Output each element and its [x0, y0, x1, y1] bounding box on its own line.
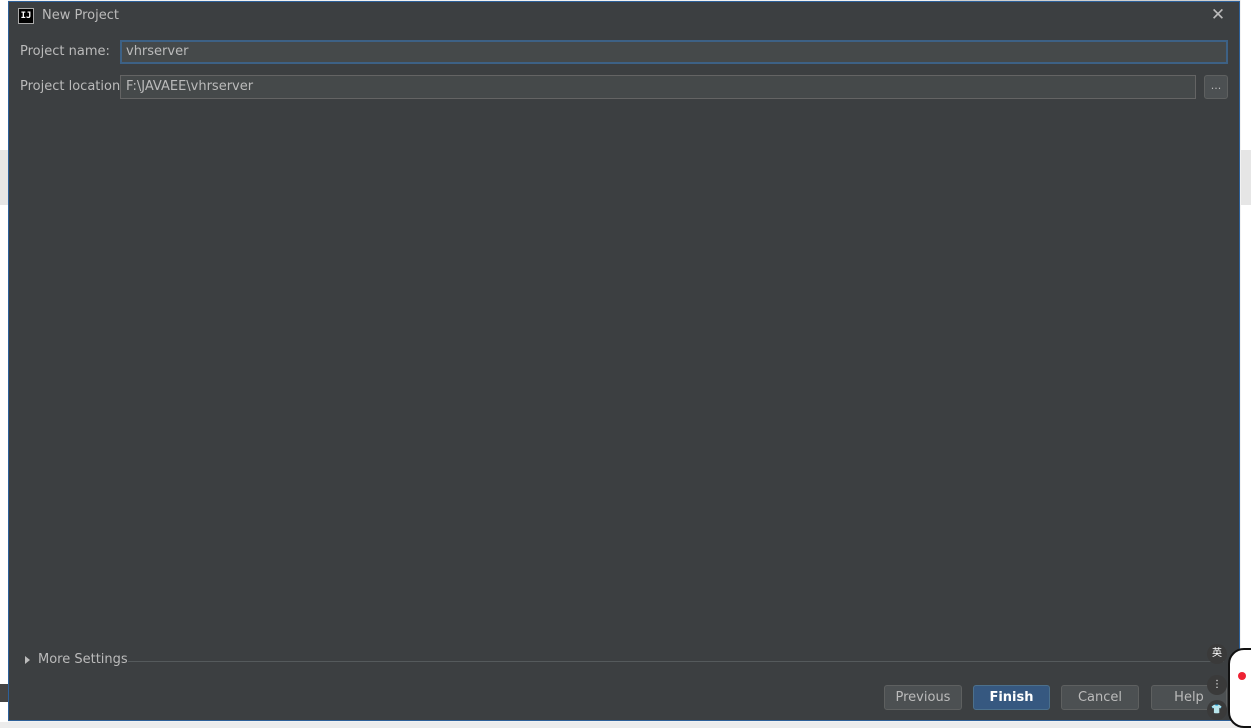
project-location-input[interactable]: F:\JAVAEE\vhrserver — [120, 75, 1196, 99]
background-panel-right — [1241, 150, 1251, 205]
ime-language-toggle[interactable]: 英 — [1207, 644, 1227, 664]
dialog-titlebar: IJ New Project ✕ — [9, 2, 1239, 32]
more-settings-label: More Settings — [38, 652, 128, 667]
new-project-dialog: IJ New Project ✕ Project name: vhrserver… — [8, 1, 1240, 721]
background-panel-left — [0, 150, 8, 205]
mascot-dot — [1238, 672, 1246, 680]
close-icon[interactable]: ✕ — [1209, 6, 1227, 24]
triangle-right-icon — [25, 655, 30, 664]
ime-skin-icon[interactable]: 👕 — [1207, 700, 1227, 720]
ime-menu-icon[interactable]: ⋮ — [1207, 675, 1227, 695]
background-bottom-bar — [0, 722, 1251, 728]
more-settings-separator — [128, 661, 1224, 662]
background-dark-tab — [0, 684, 8, 702]
previous-button[interactable]: Previous — [884, 685, 962, 710]
more-settings-toggle[interactable]: More Settings — [25, 652, 128, 667]
cancel-button[interactable]: Cancel — [1061, 685, 1139, 710]
project-name-label: Project name: — [20, 44, 110, 59]
finish-button[interactable]: Finish — [973, 685, 1050, 710]
project-name-input[interactable]: vhrserver — [120, 40, 1228, 64]
mascot-icon — [1228, 648, 1251, 728]
background-page-left — [0, 0, 8, 728]
dialog-title: New Project — [42, 8, 119, 23]
browse-button[interactable]: ... — [1204, 75, 1228, 99]
intellij-icon: IJ — [18, 8, 34, 24]
project-location-label: Project location: — [20, 79, 125, 94]
background-page-right — [1241, 0, 1251, 728]
